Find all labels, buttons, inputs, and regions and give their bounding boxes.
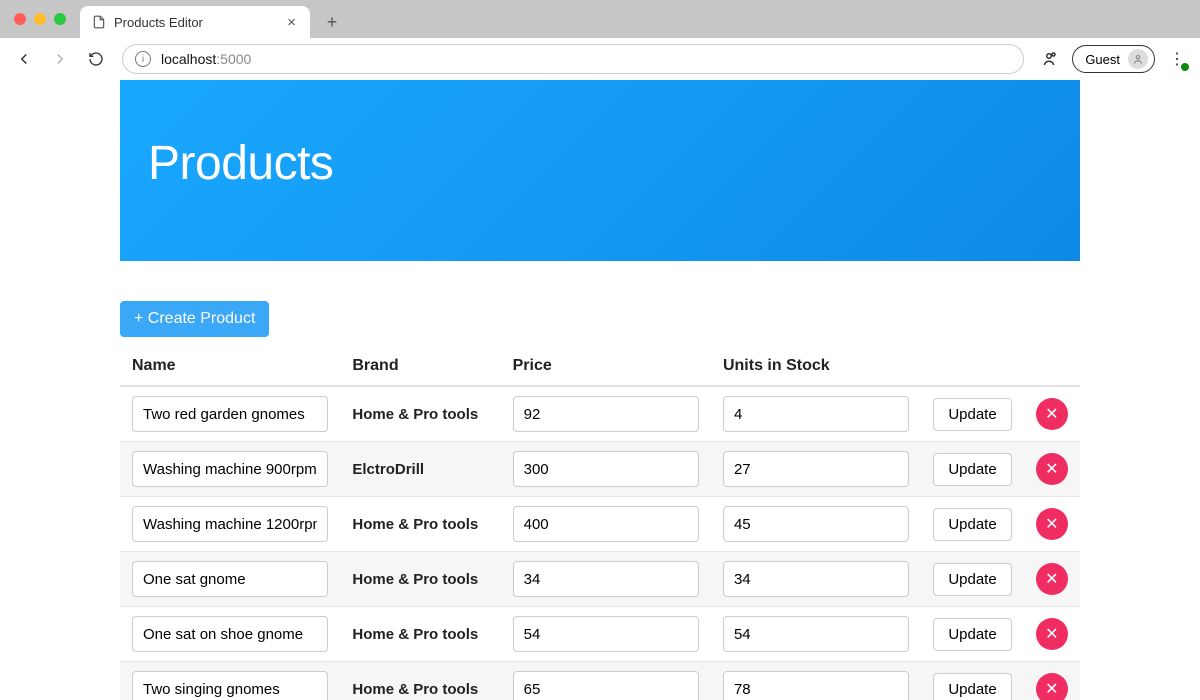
window-zoom-icon[interactable] [54,13,66,25]
column-header-update [921,347,1024,386]
close-icon: ✕ [1045,624,1058,644]
column-header-brand: Brand [340,347,500,386]
name-input[interactable] [132,671,328,700]
create-product-button[interactable]: + Create Product [120,301,269,337]
brand-cell: Home & Pro tools [340,497,500,552]
price-input[interactable] [513,671,699,700]
profile-avatar-icon [1128,49,1148,69]
more-menu-button[interactable]: ⋮ [1169,49,1186,69]
browser-tab[interactable]: Products Editor × [80,6,310,38]
price-input[interactable] [513,561,699,597]
brand-cell: Home & Pro tools [340,386,500,442]
page-viewport: Products + Create Product Name Brand Pri… [0,80,1200,700]
table-row: Home & Pro tools Update ✕ [120,497,1080,552]
close-icon: ✕ [1045,514,1058,534]
notification-badge-icon [1181,63,1189,71]
name-input[interactable] [132,506,328,542]
page-favicon-icon [92,15,106,29]
address-bar[interactable]: i localhost:5000 [122,44,1024,74]
column-header-delete [1024,347,1080,386]
price-input[interactable] [513,396,699,432]
units-input[interactable] [723,671,909,700]
close-icon: ✕ [1045,679,1058,699]
delete-button[interactable]: ✕ [1036,618,1068,650]
name-input[interactable] [132,616,328,652]
address-text: localhost:5000 [161,51,251,67]
delete-button[interactable]: ✕ [1036,398,1068,430]
products-table: Name Brand Price Units in Stock Home & P… [120,347,1080,700]
nav-reload-button[interactable] [86,49,106,69]
table-row: Home & Pro tools Update ✕ [120,607,1080,662]
window-close-icon[interactable] [14,13,26,25]
units-input[interactable] [723,616,909,652]
browser-chrome: Products Editor × + i localhost:5000 Gue… [0,0,1200,80]
brand-cell: Home & Pro tools [340,552,500,607]
brand-cell: Home & Pro tools [340,662,500,700]
delete-button[interactable]: ✕ [1036,563,1068,595]
update-button[interactable]: Update [933,618,1011,651]
delete-button[interactable]: ✕ [1036,508,1068,540]
update-button[interactable]: Update [933,673,1011,700]
units-input[interactable] [723,451,909,487]
page-title: Products [148,136,1052,191]
units-input[interactable] [723,396,909,432]
units-input[interactable] [723,506,909,542]
price-input[interactable] [513,506,699,542]
column-header-units: Units in Stock [711,347,921,386]
close-icon: ✕ [1045,459,1058,479]
table-row: ElctroDrill Update ✕ [120,442,1080,497]
profile-button[interactable]: Guest [1072,45,1155,73]
update-button[interactable]: Update [933,563,1011,596]
update-button[interactable]: Update [933,398,1011,431]
price-input[interactable] [513,616,699,652]
site-info-icon[interactable]: i [135,51,151,67]
brand-cell: ElctroDrill [340,442,500,497]
name-input[interactable] [132,396,328,432]
tab-close-icon[interactable]: × [285,12,298,33]
brand-cell: Home & Pro tools [340,607,500,662]
account-icon[interactable] [1040,50,1058,68]
update-button[interactable]: Update [933,453,1011,486]
browser-toolbar: i localhost:5000 Guest ⋮ [0,38,1200,80]
tab-title: Products Editor [114,15,203,30]
units-input[interactable] [723,561,909,597]
table-row: Home & Pro tools Update ✕ [120,552,1080,607]
table-row: Home & Pro tools Update ✕ [120,662,1080,700]
profile-label: Guest [1085,52,1120,67]
delete-button[interactable]: ✕ [1036,673,1068,700]
new-tab-button[interactable]: + [318,8,346,36]
name-input[interactable] [132,561,328,597]
column-header-name: Name [120,347,340,386]
column-header-price: Price [501,347,711,386]
update-button[interactable]: Update [933,508,1011,541]
price-input[interactable] [513,451,699,487]
name-input[interactable] [132,451,328,487]
page-container: Products + Create Product Name Brand Pri… [120,80,1080,700]
close-icon: ✕ [1045,404,1058,424]
close-icon: ✕ [1045,569,1058,589]
nav-back-button[interactable] [14,49,34,69]
delete-button[interactable]: ✕ [1036,453,1068,485]
table-row: Home & Pro tools Update ✕ [120,386,1080,442]
address-host: localhost [161,51,216,67]
address-port: :5000 [216,51,251,67]
page-header: Products [120,80,1080,261]
window-minimize-icon[interactable] [34,13,46,25]
toolbar-right: Guest ⋮ [1040,45,1186,73]
window-controls [14,13,66,25]
tab-strip: Products Editor × + [0,0,1200,38]
nav-forward-button [50,49,70,69]
